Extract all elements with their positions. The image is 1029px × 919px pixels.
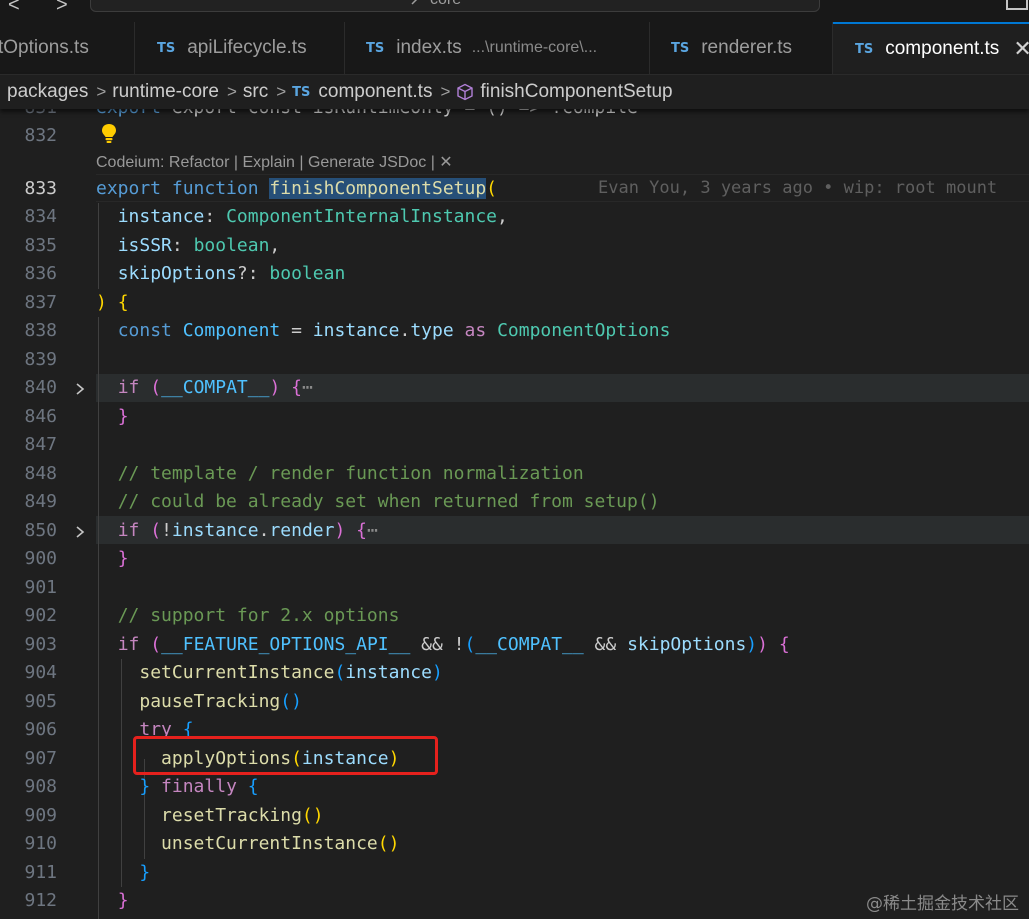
code-line: } (117, 406, 129, 427)
method-cube-icon (457, 83, 474, 101)
breadcrumb-file[interactable]: component.ts (318, 81, 432, 103)
line-number: 910 (24, 833, 57, 854)
tab-label: apiLifecycle.ts (187, 37, 307, 58)
line-number: 836 (24, 263, 57, 284)
tab-label: renderer.ts (701, 37, 793, 58)
code-comment: // template / render function normalizat… (117, 463, 584, 484)
breadcrumb-folder-runtime-core[interactable]: runtime-core (112, 81, 219, 103)
close-icon[interactable]: ✕ (1013, 36, 1029, 62)
line-number: 904 (24, 662, 57, 683)
line-number: 912 (24, 890, 57, 911)
line-number: 831 (0, 109, 57, 118)
line-number: 847 (24, 434, 57, 455)
line-number: 909 (24, 805, 57, 826)
line-number: 850 (24, 520, 57, 541)
code-line: const Component = instance.type as Compo… (117, 320, 671, 341)
tab-component[interactable]: TS component.ts ✕ (833, 22, 1029, 74)
tab-label: index.ts (396, 37, 462, 58)
code-line: skipOptions?: boolean (117, 263, 346, 284)
typescript-icon: TS (855, 41, 874, 57)
typescript-icon: TS (366, 40, 385, 56)
watermark: @稀土掘金技术社区 (866, 894, 1019, 914)
tab-renderer[interactable]: TS renderer.ts (650, 22, 833, 74)
chevron-right-icon: > (96, 82, 107, 101)
code-line: unsetCurrentInstance() (161, 833, 400, 854)
chevron-right-icon[interactable] (73, 525, 87, 539)
code-line: resetTracking() (161, 805, 324, 826)
code-line: if (__COMPAT__) {⋯ (117, 377, 313, 398)
tab-label: component.ts (885, 38, 1000, 59)
tab-description: ...\runtime-core\... (471, 39, 598, 56)
line-number: 902 (24, 605, 57, 626)
line-number: 832 (24, 125, 57, 146)
line-number: 911 (24, 862, 57, 883)
tab-label: tOptions.ts (0, 37, 89, 58)
code-line: if (__FEATURE_OPTIONS_API__ && !(__COMPA… (117, 634, 790, 655)
editor-tab-bar: tOptions.ts TS apiLifecycle.ts TS index.… (0, 22, 1029, 75)
line-number: 835 (24, 235, 57, 256)
code-editor[interactable]: 831 export export const isRuntimeOnly = … (0, 109, 1029, 919)
chevron-right-icon[interactable] (73, 382, 87, 396)
code-comment: // could be already set when returned fr… (117, 491, 660, 512)
line-number: 848 (24, 463, 57, 484)
chevron-right-icon: > (276, 82, 287, 101)
code-line: ) { (96, 292, 129, 313)
code-line: export export const isRuntimeOnly = () =… (96, 109, 638, 118)
typescript-icon: TS (292, 84, 311, 100)
tab-apilifecycle[interactable]: TS apiLifecycle.ts (135, 22, 345, 74)
line-number: 907 (24, 748, 57, 769)
code-line: instance: ComponentInternalInstance, (117, 206, 508, 227)
search-icon (411, 0, 418, 5)
tab-index[interactable]: TS index.ts ...\runtime-core\... (345, 22, 650, 74)
code-line: } finally { (139, 776, 259, 797)
title-bar: < > core (0, 0, 1029, 22)
line-number: 833 (24, 178, 57, 199)
line-number: 839 (24, 349, 57, 370)
typescript-icon: TS (157, 40, 176, 56)
code-line: isSSR: boolean, (117, 235, 281, 256)
search-text: core (430, 0, 461, 9)
code-comment: // support for 2.x options (117, 605, 400, 626)
code-line: if (!instance.render) {⋯ (117, 520, 378, 541)
code-line: } (117, 548, 129, 569)
line-number: 838 (24, 320, 57, 341)
chevron-right-icon: > (226, 82, 237, 101)
line-number: 837 (24, 292, 57, 313)
codeium-codelens[interactable]: Codeium: Refactor | Explain | Generate J… (96, 152, 453, 172)
breadcrumb-symbol[interactable]: finishComponentSetup (480, 81, 672, 103)
code-line: setCurrentInstance(instance) (139, 662, 443, 683)
breadcrumb-folder-packages[interactable]: packages (7, 81, 88, 103)
forward-icon[interactable]: > (56, 0, 68, 17)
line-number: 846 (24, 406, 57, 427)
line-number: 905 (24, 691, 57, 712)
code-line: pauseTracking() (139, 691, 302, 712)
line-number: 906 (24, 719, 57, 740)
line-number: 901 (24, 577, 57, 598)
back-icon[interactable]: < (8, 0, 20, 17)
code-line: export function finishComponentSetup( (96, 178, 498, 199)
line-number: 900 (24, 548, 57, 569)
code-line: } (117, 890, 129, 911)
layout-icon[interactable] (1006, 0, 1028, 10)
lightbulb-icon[interactable] (99, 122, 119, 146)
breadcrumb: packages > runtime-core > src > TS compo… (0, 75, 1029, 109)
highlight-annotation-box (133, 736, 438, 775)
tab-options[interactable]: tOptions.ts (0, 22, 135, 74)
typescript-icon: TS (671, 40, 690, 56)
chevron-right-icon: > (440, 82, 451, 101)
line-number: 849 (24, 491, 57, 512)
code-line: } (139, 862, 151, 883)
breadcrumb-folder-src[interactable]: src (243, 81, 268, 103)
line-number: 903 (24, 634, 57, 655)
line-number: 908 (24, 776, 57, 797)
line-number: 834 (24, 206, 57, 227)
git-blame-annotation: Evan You, 3 years ago • wip: root mount (598, 178, 998, 198)
line-number: 840 (24, 377, 57, 398)
